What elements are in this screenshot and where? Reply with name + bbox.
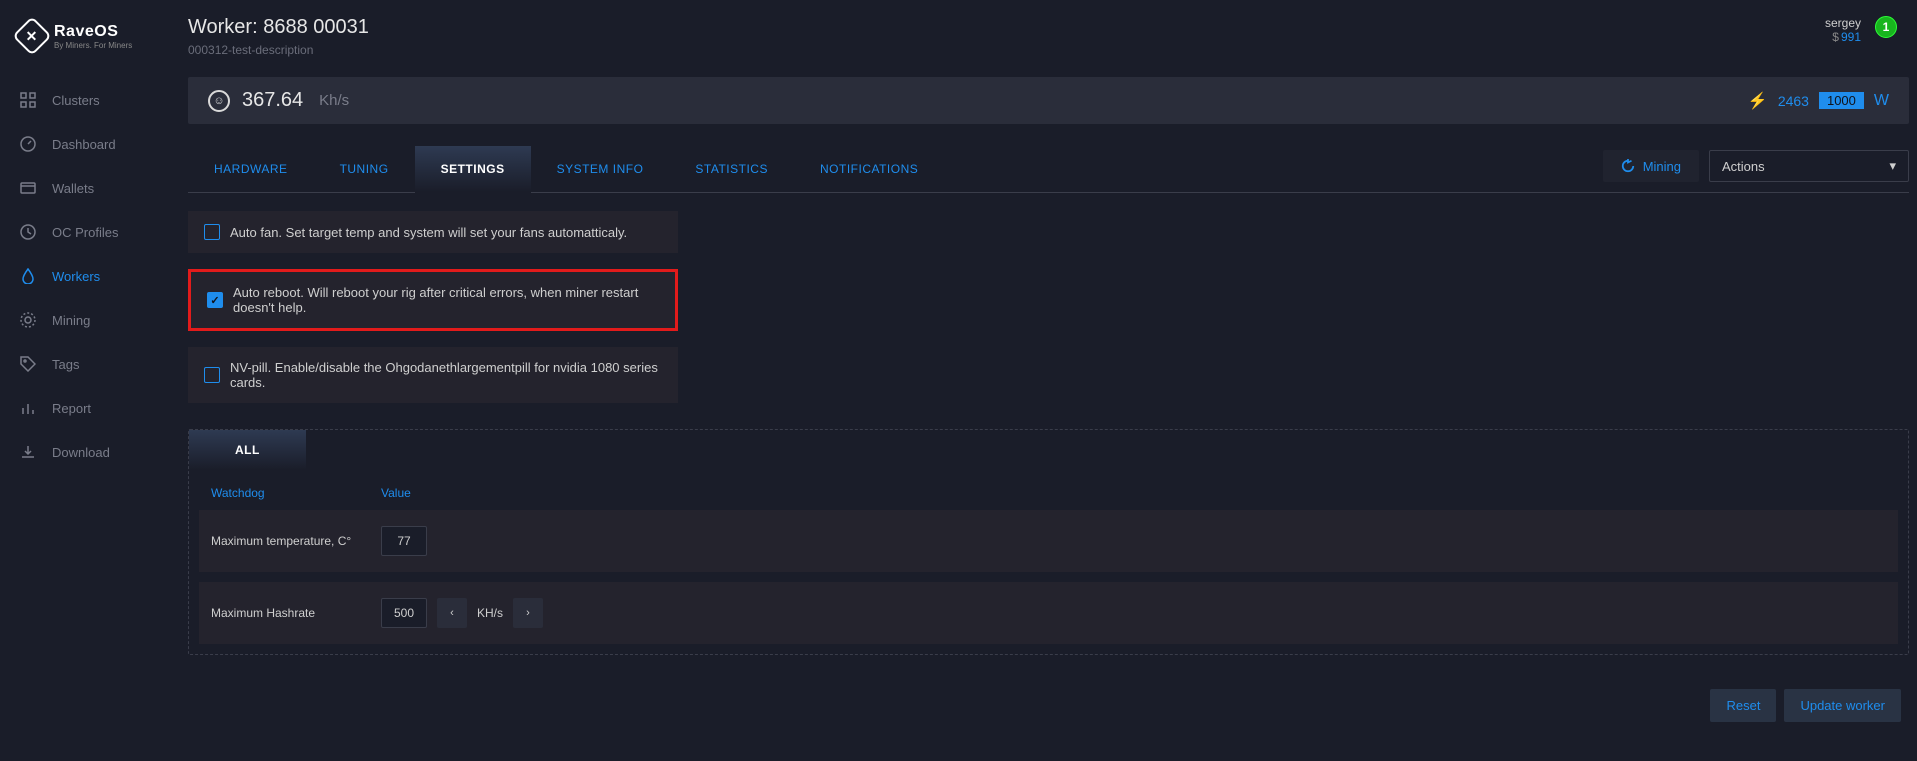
- col-watchdog: Watchdog: [211, 486, 381, 500]
- hashrate-value: 367.64: [242, 89, 303, 112]
- sidebar-item-label: Wallets: [52, 181, 94, 196]
- hashrate-unit: Kh/s: [319, 92, 349, 109]
- watchdog-row-maxtemp: Maximum temperature, C°: [199, 510, 1898, 572]
- actions-dropdown[interactable]: Actions ▾: [1709, 150, 1909, 182]
- chart-icon: [18, 398, 38, 418]
- user-name[interactable]: sergey: [1825, 16, 1861, 30]
- maxtemp-input[interactable]: [381, 526, 427, 556]
- tab-bar: HARDWARE TUNING SETTINGS SYSTEM INFO STA…: [188, 146, 1909, 193]
- autoreboot-label: Auto reboot. Will reboot your rig after …: [233, 285, 659, 315]
- sidebar-item-workers[interactable]: Workers: [0, 254, 180, 298]
- sidebar-item-label: Dashboard: [52, 137, 116, 152]
- clock-icon: [18, 222, 38, 242]
- setting-nvpill: NV-pill. Enable/disable the Ohgodanethla…: [188, 347, 678, 403]
- brand: ✕ RaveOS By Miners. For Miners: [0, 10, 180, 68]
- sidebar-item-clusters[interactable]: Clusters: [0, 78, 180, 122]
- sidebar-item-wallets[interactable]: Wallets: [0, 166, 180, 210]
- nvpill-checkbox[interactable]: [204, 367, 220, 383]
- download-icon: [18, 442, 38, 462]
- main-content: Worker: 8688 00031 000312-test-descripti…: [180, 0, 1917, 761]
- topbar: Worker: 8688 00031 000312-test-descripti…: [180, 0, 1917, 63]
- watchdog-row-maxhash: Maximum Hashrate ‹ KH/s ›: [199, 582, 1898, 644]
- setting-autofan: Auto fan. Set target temp and system wil…: [188, 211, 678, 253]
- hash-unit-label: KH/s: [477, 606, 503, 620]
- brand-logo-icon: ✕: [12, 16, 52, 56]
- watchdog-header: Watchdog Value: [189, 470, 1908, 510]
- settings-panel: Auto fan. Set target temp and system wil…: [188, 211, 1909, 722]
- tab-all[interactable]: ALL: [189, 430, 306, 470]
- autofan-label: Auto fan. Set target temp and system wil…: [230, 225, 627, 240]
- sidebar: ✕ RaveOS By Miners. For Miners Clusters …: [0, 0, 180, 761]
- setting-autoreboot: Auto reboot. Will reboot your rig after …: [188, 269, 678, 331]
- sidebar-item-mining[interactable]: Mining: [0, 298, 180, 342]
- autofan-checkbox[interactable]: [204, 224, 220, 240]
- dollar-sign: $: [1832, 30, 1839, 44]
- power-value-2: 1000: [1819, 92, 1864, 109]
- nvpill-label: NV-pill. Enable/disable the Ohgodanethla…: [230, 360, 662, 390]
- smile-icon: ☺: [208, 90, 230, 112]
- notification-badge[interactable]: 1: [1875, 16, 1897, 38]
- update-worker-button[interactable]: Update worker: [1784, 689, 1901, 722]
- mining-label: Mining: [1643, 159, 1681, 174]
- sidebar-item-label: Download: [52, 445, 110, 460]
- user-area: sergey $991 1: [1825, 16, 1897, 57]
- chevron-down-icon: ▾: [1889, 158, 1896, 174]
- sidebar-item-label: Mining: [52, 313, 90, 328]
- page-subtitle: 000312-test-description: [188, 43, 369, 57]
- maxhash-input[interactable]: [381, 598, 427, 628]
- hash-unit-prev[interactable]: ‹: [437, 598, 467, 628]
- tag-icon: [18, 354, 38, 374]
- sidebar-item-dashboard[interactable]: Dashboard: [0, 122, 180, 166]
- sidebar-item-report[interactable]: Report: [0, 386, 180, 430]
- reset-button[interactable]: Reset: [1710, 689, 1776, 722]
- bolt-icon: ⚡: [1748, 91, 1768, 111]
- maxhash-label: Maximum Hashrate: [211, 606, 381, 620]
- hashrate-display: ☺ 367.64 Kh/s: [208, 89, 349, 112]
- sidebar-item-label: Workers: [52, 269, 100, 284]
- sidebar-item-tags[interactable]: Tags: [0, 342, 180, 386]
- autoreboot-checkbox[interactable]: [207, 292, 223, 308]
- sidebar-item-label: Clusters: [52, 93, 100, 108]
- main-nav: Clusters Dashboard Wallets OC Profiles W…: [0, 78, 180, 474]
- brand-name: RaveOS: [54, 23, 132, 41]
- sidebar-item-ocprofiles[interactable]: OC Profiles: [0, 210, 180, 254]
- gear-icon: [18, 310, 38, 330]
- sync-icon: [1621, 159, 1635, 173]
- tab-settings[interactable]: SETTINGS: [415, 146, 531, 193]
- stat-card: ☺ 367.64 Kh/s ⚡ 2463 1000 W: [188, 77, 1909, 124]
- tab-notifications[interactable]: NOTIFICATIONS: [794, 146, 944, 192]
- sidebar-item-label: OC Profiles: [52, 225, 118, 240]
- grid-icon: [18, 90, 38, 110]
- power-display: ⚡ 2463 1000 W: [1748, 91, 1889, 111]
- actions-label: Actions: [1722, 159, 1765, 174]
- page-title: Worker: 8688 00031: [188, 16, 369, 39]
- drop-icon: [18, 266, 38, 286]
- sidebar-item-download[interactable]: Download: [0, 430, 180, 474]
- brand-tagline: By Miners. For Miners: [54, 41, 132, 50]
- tab-hardware[interactable]: HARDWARE: [188, 146, 314, 192]
- hash-unit-next[interactable]: ›: [513, 598, 543, 628]
- col-value: Value: [381, 486, 411, 500]
- tab-statistics[interactable]: STATISTICS: [669, 146, 794, 192]
- tab-systeminfo[interactable]: SYSTEM INFO: [531, 146, 670, 192]
- mining-status-button[interactable]: Mining: [1603, 150, 1699, 182]
- tab-tuning[interactable]: TUNING: [314, 146, 415, 192]
- sidebar-item-label: Report: [52, 401, 91, 416]
- watt-label: W: [1874, 92, 1889, 110]
- user-balance[interactable]: $991: [1825, 30, 1861, 44]
- power-value-1: 2463: [1778, 93, 1809, 109]
- sidebar-item-label: Tags: [52, 357, 79, 372]
- maxtemp-label: Maximum temperature, C°: [211, 534, 381, 548]
- watchdog-box: ALL Watchdog Value Maximum temperature, …: [188, 429, 1909, 655]
- wallet-icon: [18, 178, 38, 198]
- gauge-icon: [18, 134, 38, 154]
- footer-actions: Reset Update worker: [188, 689, 1901, 722]
